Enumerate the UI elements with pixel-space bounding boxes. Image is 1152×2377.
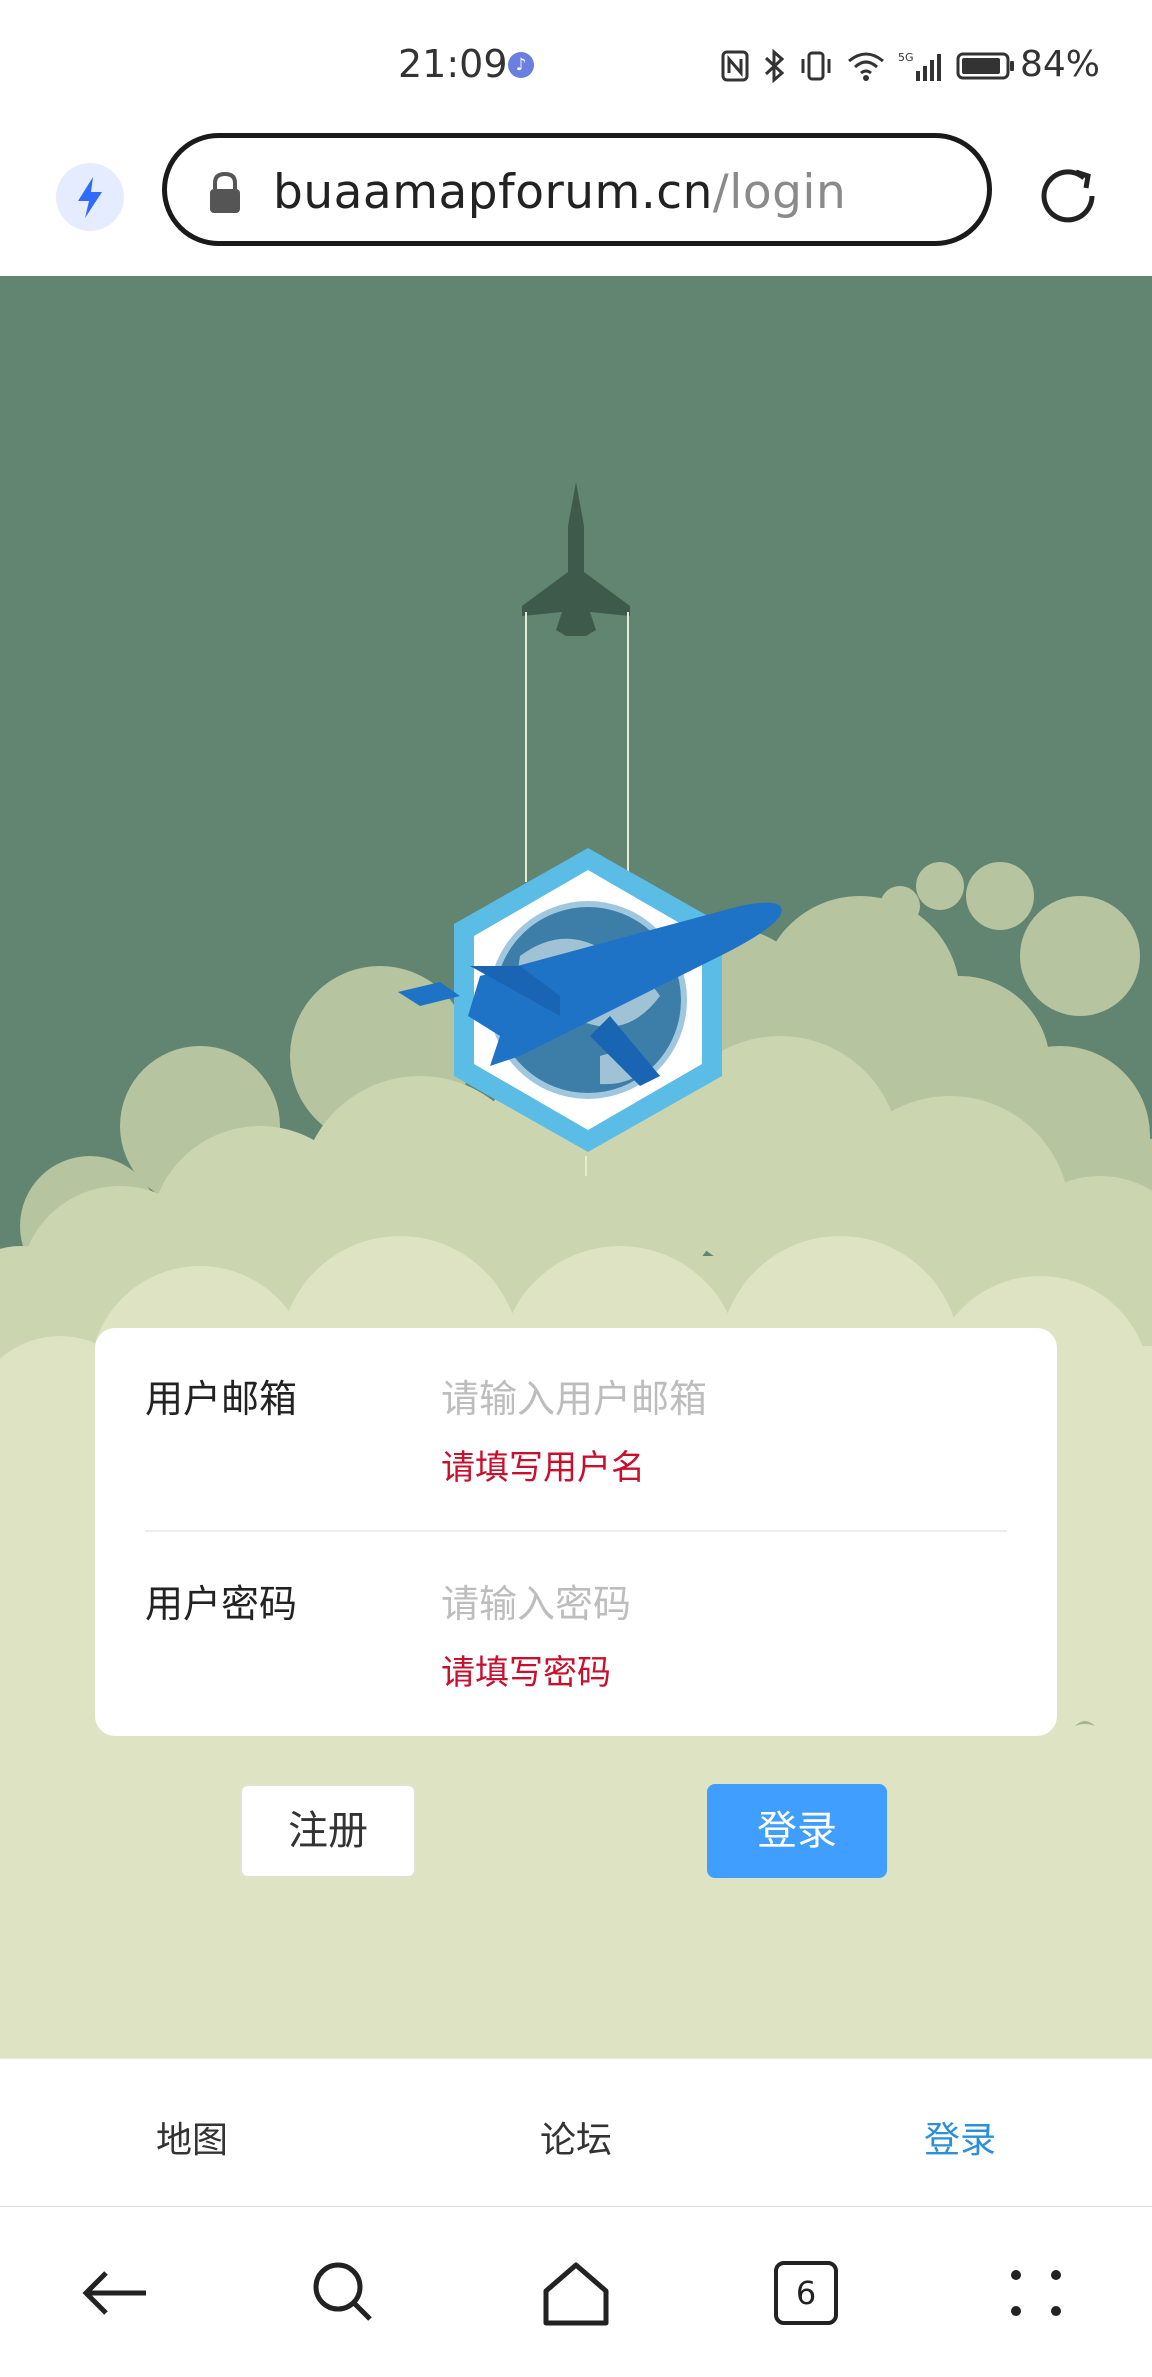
url-text: buaamapforum.cn/login	[273, 165, 847, 220]
password-label: 用户密码	[145, 1582, 298, 1626]
lock-icon	[210, 171, 240, 213]
vibrate-icon	[801, 51, 831, 81]
login-form-card: 用户邮箱 请输入用户邮箱 请填写用户名 用户密码 请输入密码 请填写密码	[95, 1328, 1057, 1736]
nfc-icon	[721, 50, 749, 82]
login-button[interactable]: 登录	[707, 1784, 887, 1878]
background-illustration	[0, 482, 1152, 2058]
tabs-button[interactable]: 6	[766, 2253, 846, 2333]
search-icon[interactable]	[304, 2253, 384, 2333]
tab-login[interactable]: 登录	[924, 2111, 996, 2163]
menu-dots-icon[interactable]	[996, 2253, 1076, 2333]
browser-toolbar: buaamapforum.cn/login	[0, 130, 1152, 276]
password-error: 请填写密码	[441, 1653, 611, 1693]
password-input[interactable]: 请输入密码	[441, 1573, 631, 1628]
email-row: 用户邮箱 请输入用户邮箱 请填写用户名	[145, 1368, 1007, 1528]
status-icons: 5G	[720, 46, 1016, 86]
password-row: 用户密码 请输入密码 请填写密码	[145, 1573, 1007, 1733]
login-page: 用户邮箱 请输入用户邮箱 请填写用户名 用户密码 请输入密码 请填写密码 注册 …	[0, 276, 1152, 2058]
app-tab-bar: 地图 论坛 登录	[0, 2058, 1152, 2207]
bluetooth-icon	[764, 49, 785, 83]
tab-map[interactable]: 地图	[156, 2111, 228, 2163]
status-time: 21:09	[398, 42, 508, 86]
register-button[interactable]: 注册	[240, 1784, 416, 1878]
form-divider	[145, 1530, 1007, 1532]
battery-percent: 84%	[1020, 44, 1101, 85]
home-icon[interactable]	[536, 2253, 616, 2333]
email-label: 用户邮箱	[145, 1377, 298, 1421]
battery-icon	[956, 52, 1014, 80]
status-bar: 21:09 ♪ 5G 84%	[0, 0, 1152, 130]
jet-silhouette	[522, 482, 630, 636]
email-error: 请填写用户名	[441, 1448, 645, 1488]
tab-forum[interactable]: 论坛	[540, 2111, 612, 2163]
svg-text:5G: 5G	[898, 51, 914, 64]
address-bar[interactable]: buaamapforum.cn/login	[162, 133, 992, 246]
wifi-icon	[848, 52, 884, 81]
bolt-icon[interactable]	[56, 163, 124, 231]
signal-icon: 5G	[898, 51, 941, 81]
back-arrow-icon[interactable]	[76, 2253, 156, 2333]
tab-count: 6	[774, 2261, 838, 2325]
email-input[interactable]: 请输入用户邮箱	[441, 1368, 707, 1423]
browser-nav-bar: 6	[0, 2206, 1152, 2377]
music-notification-icon: ♪	[508, 52, 534, 78]
reload-icon[interactable]	[1032, 160, 1104, 232]
